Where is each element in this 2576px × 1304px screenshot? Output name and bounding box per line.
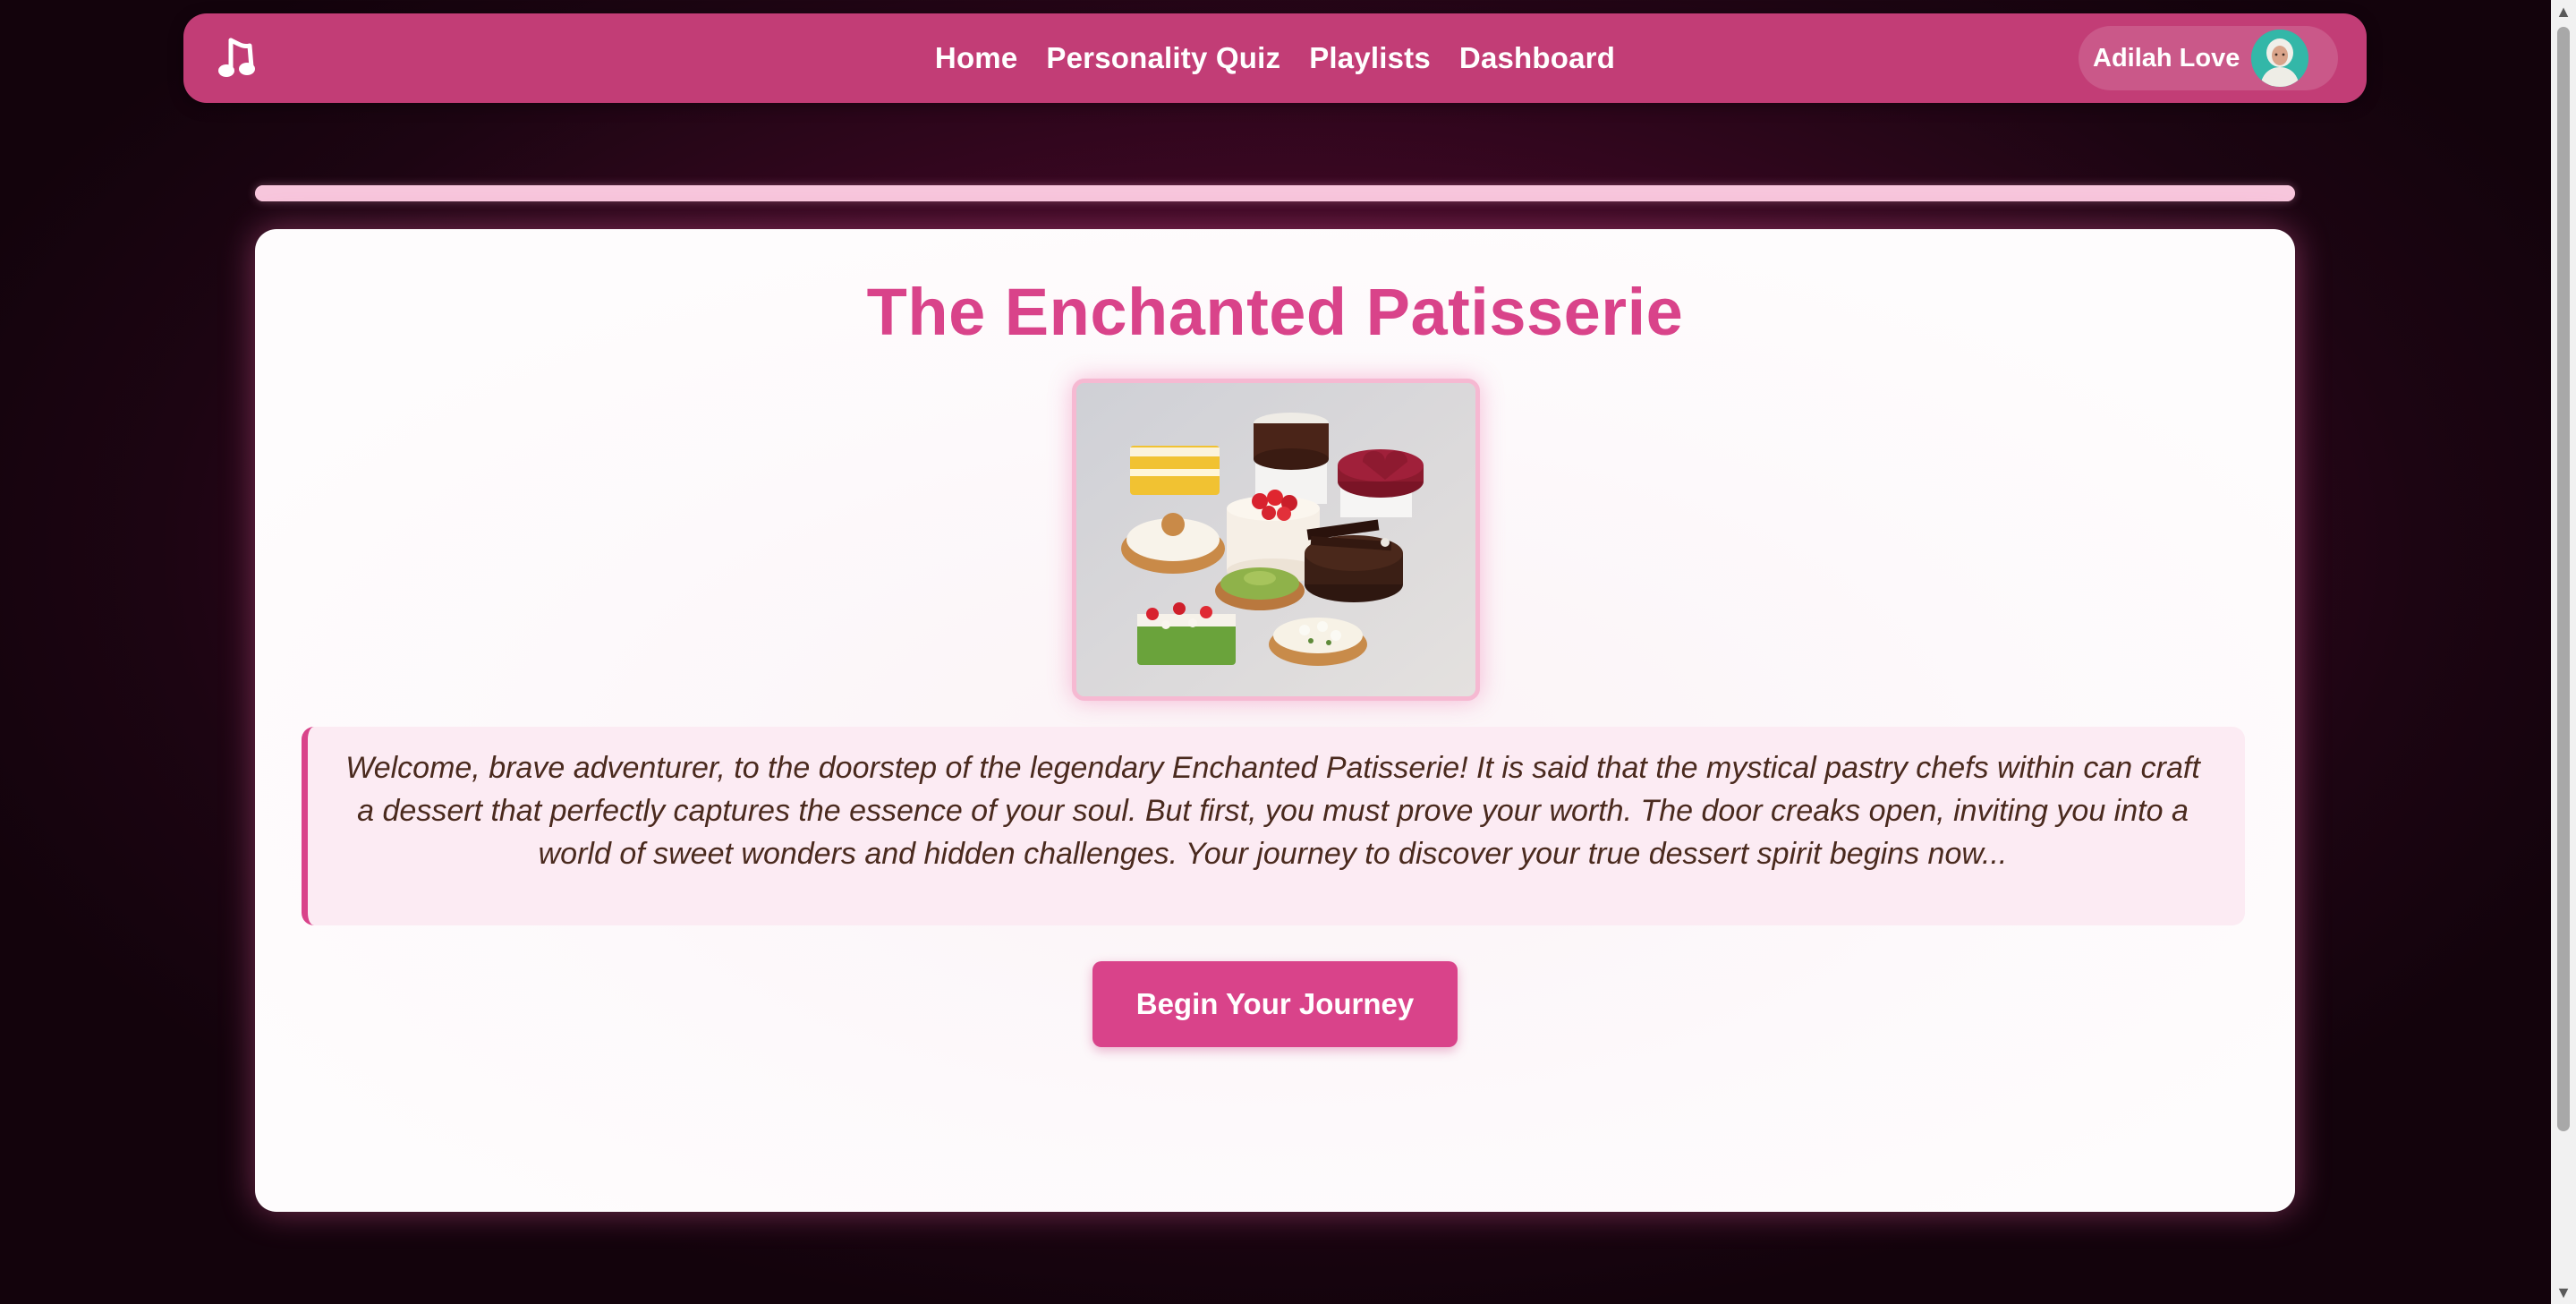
quiz-card: The Enchanted Patisserie Welcome, brave … bbox=[255, 229, 2295, 1212]
scroll-down-arrow-icon[interactable]: ▼ bbox=[2551, 1281, 2576, 1304]
scrollbar-thumb[interactable] bbox=[2557, 27, 2570, 1131]
scroll-up-arrow-icon[interactable]: ▲ bbox=[2551, 0, 2576, 23]
nav-link-dashboard[interactable]: Dashboard bbox=[1459, 41, 1615, 75]
avatar[interactable] bbox=[2251, 30, 2308, 87]
top-navbar: Home Personality Quiz Playlists Dashboar… bbox=[183, 13, 2367, 103]
page-scrollbar[interactable]: ▲ ▼ bbox=[2551, 0, 2576, 1304]
nav-link-playlists[interactable]: Playlists bbox=[1309, 41, 1431, 75]
music-note-icon[interactable] bbox=[216, 33, 266, 83]
quiz-progress-bar bbox=[255, 185, 2295, 201]
page-title: The Enchanted Patisserie bbox=[866, 275, 1684, 349]
quiz-progress-fill bbox=[255, 185, 2295, 201]
begin-journey-button[interactable]: Begin Your Journey bbox=[1092, 961, 1458, 1047]
nav-link-personality-quiz[interactable]: Personality Quiz bbox=[1046, 41, 1280, 75]
story-text: Welcome, brave adventurer, to the doorst… bbox=[302, 727, 2245, 925]
pastry-assortment-image bbox=[1072, 379, 1480, 701]
nav-link-home[interactable]: Home bbox=[935, 41, 1018, 75]
user-menu[interactable]: Adilah Love bbox=[2079, 26, 2338, 90]
user-name: Adilah Love bbox=[2093, 44, 2240, 72]
nav-links: Home Personality Quiz Playlists Dashboar… bbox=[183, 13, 2367, 103]
